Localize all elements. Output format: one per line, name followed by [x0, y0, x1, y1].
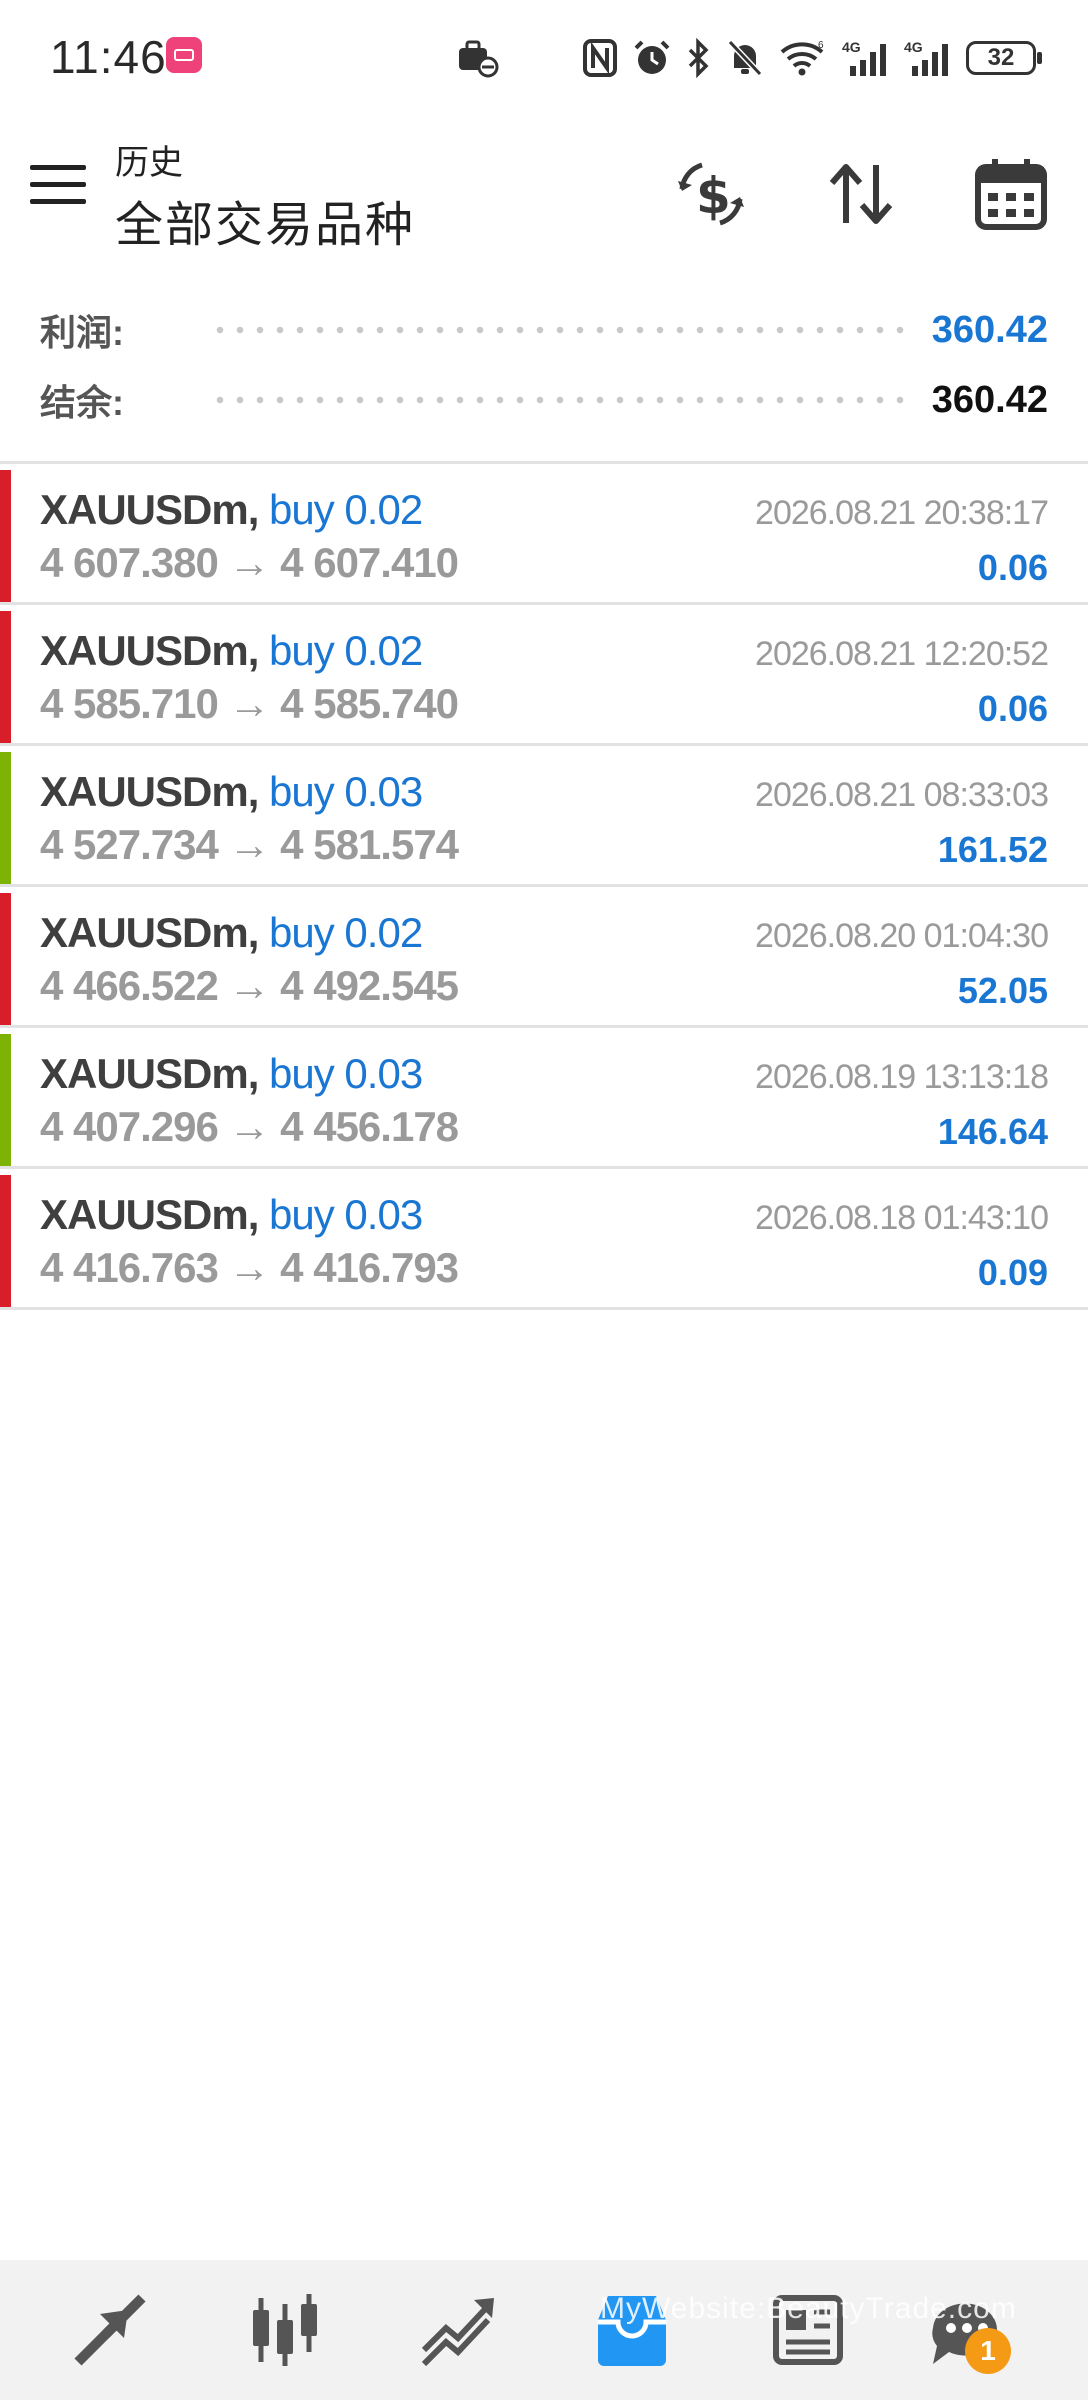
status-time: 11:46 [50, 31, 167, 83]
app-notification-icon [166, 37, 202, 73]
trade-prices: 4 466.522 → 4 492.545 [40, 962, 459, 1009]
trade-row[interactable]: XAUUSDm, buy 0.02 4 607.380 → 4 607.410 … [0, 464, 1088, 605]
trade-side: buy 0.02 [269, 627, 423, 674]
trade-profit: 0.06 [977, 688, 1048, 729]
profit-label: 利润: [40, 312, 124, 353]
menu-icon [30, 165, 86, 170]
briefcase-icon [459, 40, 499, 78]
trade-history-list: XAUUSDm, buy 0.02 4 607.380 → 4 607.410 … [0, 464, 1088, 1310]
calendar-icon[interactable] [972, 155, 1050, 233]
trade-profit: 0.09 [977, 1252, 1048, 1293]
trade-symbol: XAUUSDm, [40, 486, 259, 533]
trade-symbol-line: XAUUSDm, buy 0.03 [40, 1050, 423, 1098]
trade-row[interactable]: XAUUSDm, buy 0.03 4 527.734 → 4 581.574 … [0, 746, 1088, 887]
trade-prices: 4 585.710 → 4 585.740 [40, 680, 459, 727]
menu-button[interactable] [30, 165, 86, 211]
status-icons: 6 4G 4G 32 [582, 30, 1042, 86]
trade-prices: 4 416.763 → 4 416.793 [40, 1244, 459, 1291]
status-bar: 11:46 6 4G 4G 32 [0, 0, 1088, 115]
nfc-icon [583, 39, 617, 77]
trade-profit: 52.05 [957, 970, 1048, 1011]
mute-bell-icon [727, 39, 763, 77]
trade-profit: 0.06 [977, 547, 1048, 588]
dotted-leader [210, 326, 908, 334]
trade-icon[interactable] [418, 2290, 498, 2370]
menu-icon-line [30, 182, 86, 187]
trade-symbol-line: XAUUSDm, buy 0.02 [40, 486, 423, 534]
trade-status-bar [0, 611, 11, 743]
trade-symbol-line: XAUUSDm, buy 0.03 [40, 768, 423, 816]
page-subtitle: 历史 [115, 144, 183, 182]
trade-time: 2026.08.21 12:20:52 [755, 635, 1049, 673]
trade-row[interactable]: XAUUSDm, buy 0.02 4 585.710 → 4 585.740 … [0, 605, 1088, 746]
trade-time: 2026.08.21 08:33:03 [755, 776, 1049, 814]
trade-status-bar [0, 752, 11, 884]
trade-row[interactable]: XAUUSDm, buy 0.03 4 416.763 → 4 416.793 … [0, 1169, 1088, 1310]
trade-side: buy 0.02 [269, 909, 423, 956]
trade-status-bar [0, 1175, 11, 1307]
trade-row[interactable]: XAUUSDm, buy 0.02 4 466.522 → 4 492.545 … [0, 887, 1088, 1028]
svg-text:6: 6 [818, 40, 824, 51]
profit-value: 360.42 [931, 308, 1048, 351]
wifi-icon: 6 [780, 40, 824, 76]
trade-side: buy 0.03 [269, 1191, 423, 1238]
bluetooth-icon [688, 38, 709, 78]
trade-prices: 4 527.734 → 4 581.574 [40, 821, 459, 868]
trade-symbol-line: XAUUSDm, buy 0.03 [40, 1191, 423, 1239]
battery-indicator: 32 [966, 41, 1042, 75]
svg-text:4G: 4G [842, 39, 861, 55]
trade-status-bar [0, 893, 11, 1025]
signal-4g-icon-2: 4G [904, 39, 948, 76]
trade-symbol-line: XAUUSDm, buy 0.02 [40, 909, 423, 957]
alarm-icon [634, 40, 670, 74]
svg-text:$: $ [696, 167, 731, 225]
trade-side: buy 0.03 [269, 1050, 423, 1097]
trade-time: 2026.08.19 13:13:18 [755, 1058, 1049, 1096]
menu-icon-line [30, 199, 86, 204]
trade-side: buy 0.02 [269, 486, 423, 533]
svg-text:4G: 4G [904, 39, 923, 55]
trade-symbol: XAUUSDm, [40, 1050, 259, 1097]
trade-prices: 4 607.380 → 4 607.410 [40, 539, 459, 586]
app-bar: 历史 全部交易品种 $ [0, 115, 1088, 275]
trade-side: buy 0.03 [269, 768, 423, 815]
trade-time: 2026.08.20 01:04:30 [755, 917, 1049, 955]
trade-prices: 4 407.296 → 4 456.178 [40, 1103, 459, 1150]
dotted-leader [210, 396, 908, 404]
trade-status-bar [0, 1034, 11, 1166]
trade-symbol: XAUUSDm, [40, 627, 259, 674]
page-title[interactable]: 全部交易品种 [115, 185, 415, 255]
bottom-navigation: 1 MyWebsite:BeautyTrade.com [0, 2260, 1088, 2400]
trade-profit: 146.64 [937, 1111, 1048, 1152]
signal-4g-icon: 4G [842, 39, 886, 76]
sort-icon[interactable] [822, 155, 900, 233]
trade-symbol: XAUUSDm, [40, 1191, 259, 1238]
trade-symbol: XAUUSDm, [40, 768, 259, 815]
profit-summary: 利润: 360.42 [40, 300, 1048, 360]
watermark-text: MyWebsite:BeautyTrade.com [600, 2292, 1017, 2325]
balance-label: 结余: [40, 382, 124, 423]
balance-summary: 结余: 360.42 [40, 370, 1048, 430]
trade-row[interactable]: XAUUSDm, buy 0.03 4 407.296 → 4 456.178 … [0, 1028, 1088, 1169]
balance-value: 360.42 [931, 378, 1048, 421]
trade-time: 2026.08.18 01:43:10 [755, 1199, 1049, 1237]
quotes-icon[interactable] [70, 2290, 150, 2370]
currency-exchange-icon[interactable]: $ [672, 155, 750, 233]
trade-profit: 161.52 [937, 829, 1048, 870]
trade-time: 2026.08.21 20:38:17 [755, 494, 1049, 532]
trade-symbol-line: XAUUSDm, buy 0.02 [40, 627, 423, 675]
trade-status-bar [0, 470, 11, 602]
trade-symbol: XAUUSDm, [40, 909, 259, 956]
notification-badge: 1 [965, 2328, 1011, 2374]
chart-candlestick-icon[interactable] [245, 2290, 325, 2370]
